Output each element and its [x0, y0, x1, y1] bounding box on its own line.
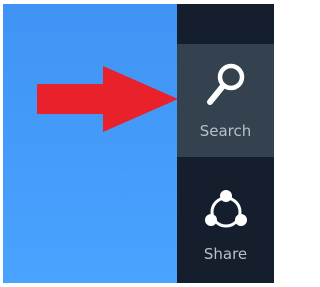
screenshot-frame: Search Share	[0, 0, 276, 287]
desktop-background	[3, 4, 177, 283]
charms-bar: Search Share	[177, 4, 274, 283]
share-charm[interactable]: Share	[177, 161, 274, 274]
search-icon	[206, 63, 244, 105]
search-charm-label: Search	[199, 122, 252, 140]
share-icon	[204, 190, 247, 228]
share-charm-label: Share	[203, 245, 248, 263]
red-arrow-icon	[37, 66, 178, 132]
search-charm[interactable]: Search	[177, 44, 274, 157]
